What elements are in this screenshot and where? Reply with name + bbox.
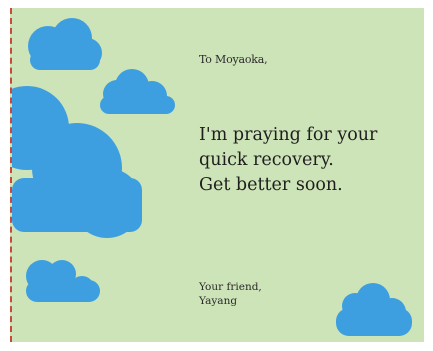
cloud-icon bbox=[336, 283, 412, 336]
message-line: quick recovery. bbox=[199, 150, 334, 170]
cloud-icon bbox=[100, 69, 175, 114]
get-well-message: I'm praying for your quick recovery. Get… bbox=[199, 123, 419, 198]
cloud-icon bbox=[28, 18, 102, 70]
closing-block: Your friend, Yayang bbox=[199, 280, 262, 308]
closing-line: Your friend, bbox=[199, 281, 262, 293]
get-well-card: To Moyaoka, I'm praying for your quick r… bbox=[10, 8, 424, 342]
signature: Yayang bbox=[199, 295, 238, 307]
message-line: I'm praying for your bbox=[199, 125, 378, 145]
greeting-text: To Moyaoka, bbox=[199, 53, 268, 66]
cloud-icon bbox=[26, 260, 100, 302]
message-line: Get better soon. bbox=[199, 175, 343, 195]
